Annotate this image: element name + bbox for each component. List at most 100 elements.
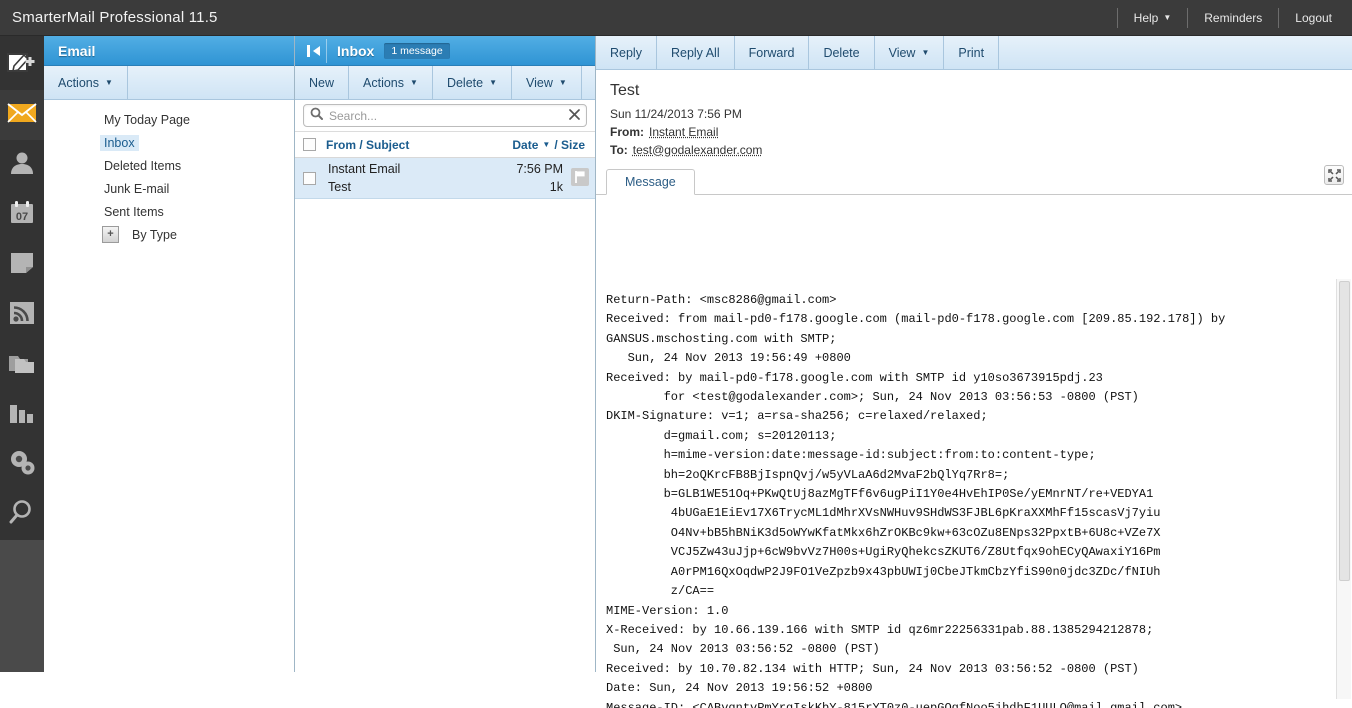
select-all-checkbox[interactable]: [303, 138, 316, 151]
message-list-row[interactable]: Instant Email Test 7:56 PM 1k: [295, 158, 595, 199]
list-view-menu[interactable]: View ▼: [512, 66, 582, 99]
rss-feeds-icon: [9, 301, 35, 330]
message-list-column-headers: From / Subject Date ▼ / Size: [295, 132, 595, 158]
expand-plus-icon[interactable]: +: [102, 226, 119, 243]
from-label: From:: [610, 125, 644, 139]
message-list-title: Inbox: [337, 42, 375, 59]
folder-item-my-today-page[interactable]: My Today Page: [44, 108, 294, 131]
message-list-panel: Inbox 1 message New Actions ▼ Delete ▼ V…: [295, 36, 596, 672]
print-button[interactable]: Print: [944, 36, 1000, 69]
folder-actions-menu[interactable]: Actions ▼: [44, 66, 128, 99]
list-toolbar-filler: [582, 66, 595, 99]
rail-item-rss[interactable]: [0, 290, 44, 340]
left-icon-rail: 07: [0, 36, 44, 672]
folder-item-inbox[interactable]: Inbox: [44, 131, 294, 154]
reader-delete-button[interactable]: Delete: [809, 36, 875, 69]
compose-new-icon: [7, 51, 37, 80]
message-list-header: Inbox 1 message: [295, 36, 595, 66]
folder-label: Inbox: [100, 134, 139, 151]
chevron-down-icon: ▼: [921, 48, 930, 57]
reports-icon: [9, 401, 36, 429]
svg-text:07: 07: [16, 211, 28, 223]
chevron-down-icon: ▼: [410, 78, 418, 87]
reply-button[interactable]: Reply: [596, 36, 657, 69]
help-menu[interactable]: Help ▼: [1116, 7, 1188, 28]
view-label: View: [888, 45, 916, 60]
message-list-toolbar: New Actions ▼ Delete ▼ View ▼: [295, 66, 595, 100]
row-checkbox[interactable]: [303, 171, 316, 185]
logout-link[interactable]: Logout: [1278, 7, 1348, 28]
header-links: Help ▼ Reminders Logout: [1116, 0, 1352, 36]
search-icon: [9, 500, 35, 530]
clear-icon[interactable]: [569, 107, 580, 125]
folder-label: Sent Items: [104, 204, 164, 219]
folder-label: Junk E-mail: [104, 181, 170, 196]
message-from-row: From: Instant Email: [596, 121, 1352, 139]
reader-view-menu[interactable]: View ▼: [875, 36, 945, 69]
logout-label: Logout: [1295, 10, 1332, 25]
to-value[interactable]: test@godalexander.com: [633, 143, 763, 157]
folder-label: My Today Page: [104, 112, 190, 127]
rail-item-email[interactable]: [0, 90, 44, 140]
new-button[interactable]: New: [295, 66, 350, 99]
collapse-left-icon[interactable]: [301, 38, 327, 63]
flag-icon[interactable]: [571, 167, 589, 189]
rail-item-contacts[interactable]: [0, 140, 44, 190]
folder-item-deleted-items[interactable]: Deleted Items: [44, 154, 294, 177]
to-label: To:: [610, 143, 628, 157]
from-value[interactable]: Instant Email: [649, 125, 718, 139]
sort-date-label[interactable]: Date: [512, 138, 538, 152]
delete-label: Delete: [823, 45, 860, 60]
list-delete-menu[interactable]: Delete ▼: [433, 66, 512, 99]
reader-toolbar-filler: [999, 36, 1352, 69]
folder-item-sent-items[interactable]: Sent Items: [44, 200, 294, 223]
row-size: 1k: [549, 180, 563, 194]
notes-icon: [9, 251, 35, 280]
view-label: View: [526, 75, 553, 90]
rail-item-compose[interactable]: [0, 40, 44, 90]
message-body-headers: Return-Path: <msc8286@gmail.com> Receive…: [606, 293, 1226, 708]
row-time-size: 7:56 PM 1k: [516, 160, 563, 196]
actions-label: Actions: [363, 75, 405, 90]
rail-item-file-storage[interactable]: [0, 340, 44, 390]
row-time: 7:56 PM: [516, 162, 563, 176]
list-actions-menu[interactable]: Actions ▼: [349, 66, 433, 99]
forward-button[interactable]: Forward: [735, 36, 810, 69]
chevron-down-icon: ▼: [105, 78, 113, 87]
rail-item-notes[interactable]: [0, 240, 44, 290]
rail-item-calendar[interactable]: 07: [0, 190, 44, 240]
scrollbar-thumb[interactable]: [1339, 281, 1350, 581]
folder-item-by-type[interactable]: + By Type: [44, 223, 294, 246]
rail-item-settings[interactable]: [0, 440, 44, 490]
tab-message[interactable]: Message: [606, 169, 695, 195]
forward-label: Forward: [748, 45, 795, 60]
sort-descending-icon[interactable]: ▼: [542, 140, 550, 149]
folder-list: My Today Page Inbox Deleted Items Junk E…: [44, 100, 294, 246]
folder-item-junk-email[interactable]: Junk E-mail: [44, 177, 294, 200]
search-icon: [310, 107, 323, 125]
help-menu-label: Help: [1133, 10, 1159, 25]
message-tabbar: Message: [596, 165, 1352, 195]
row-subject: Test: [328, 180, 351, 194]
settings-gear-icon: [8, 450, 36, 480]
reminders-label: Reminders: [1204, 10, 1263, 25]
rail-item-reports[interactable]: [0, 390, 44, 440]
new-button-label: New: [309, 75, 335, 90]
file-storage-icon: [8, 351, 36, 379]
sort-from-subject[interactable]: From / Subject: [326, 138, 409, 152]
search-area: Search...: [295, 100, 595, 132]
search-input[interactable]: Search...: [303, 104, 587, 127]
chevron-down-icon: ▼: [1163, 12, 1172, 22]
reader-toolbar: Reply Reply All Forward Delete View ▼ Pr…: [596, 36, 1352, 70]
sort-date-size: Date ▼ / Size: [512, 138, 585, 152]
rail-item-search[interactable]: [0, 490, 44, 540]
reply-all-button[interactable]: Reply All: [657, 36, 735, 69]
expand-fullscreen-icon[interactable]: [1324, 165, 1344, 185]
reminders-link[interactable]: Reminders: [1187, 7, 1278, 28]
rail-primary-group: 07: [0, 36, 44, 540]
message-body-scrollbar[interactable]: [1336, 279, 1351, 699]
reply-all-label: Reply All: [670, 45, 720, 60]
folder-label: By Type: [132, 227, 177, 242]
folder-panel: Email Actions ▼ My Today Page Inbox Dele…: [44, 36, 295, 672]
sort-size-label[interactable]: / Size: [554, 138, 585, 152]
